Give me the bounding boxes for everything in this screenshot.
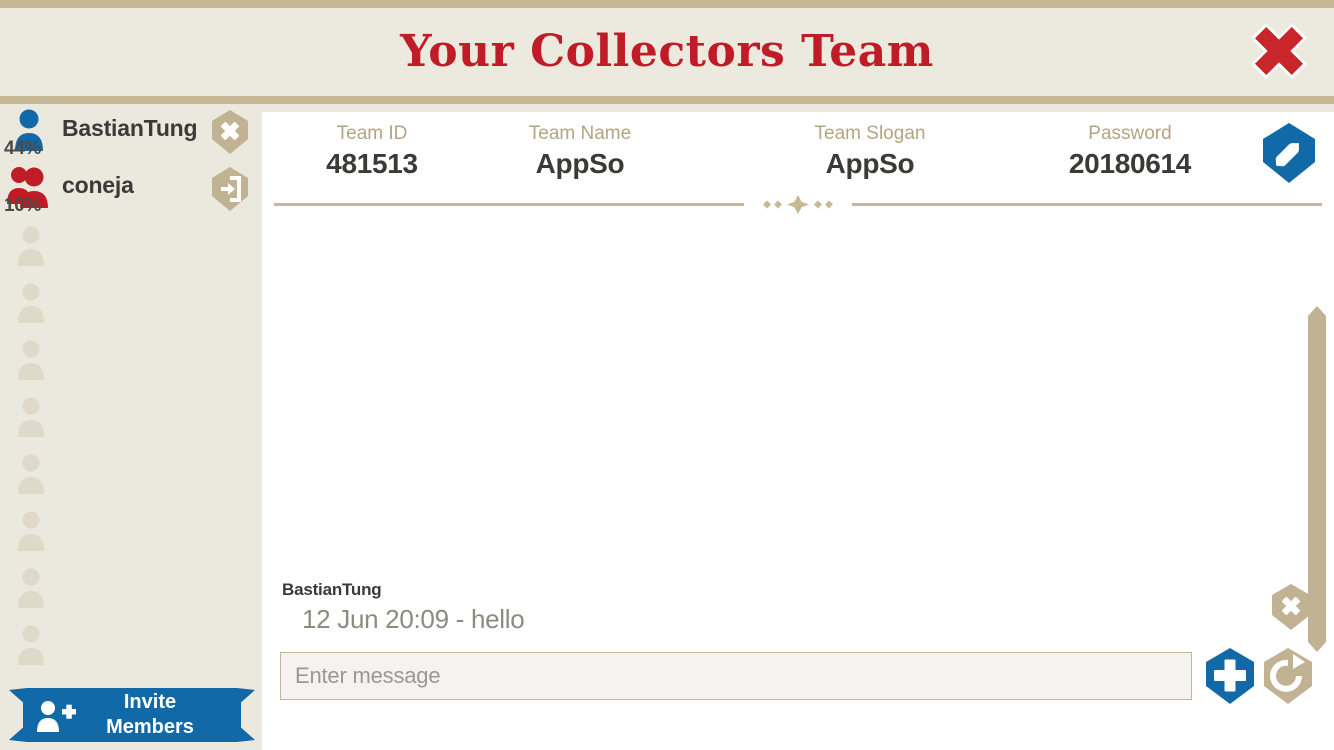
empty-member-slot xyxy=(0,503,262,560)
message-input[interactable] xyxy=(280,652,1192,700)
header-bar: Your Collectors Team xyxy=(0,0,1334,104)
empty-person-placeholder-icon xyxy=(12,338,50,380)
invite-members-button[interactable]: Invite Members xyxy=(9,688,255,742)
team-slogan-value: AppSo xyxy=(825,148,915,179)
team-id-cell: Team ID 481513 xyxy=(282,122,462,182)
chat-message-area: BastianTung 12 Jun 20:09 - hello xyxy=(262,214,1334,652)
member-percent: 44% xyxy=(4,138,42,159)
message-text: 12 Jun 20:09 - hello xyxy=(302,604,525,634)
ornament-divider xyxy=(262,194,1334,214)
member-name: BastianTung xyxy=(62,115,198,141)
team-name-cell: Team Name AppSo xyxy=(480,122,680,182)
leave-team-door-icon[interactable] xyxy=(210,167,250,211)
empty-member-slot xyxy=(0,218,262,275)
member-percent: 10% xyxy=(4,195,42,216)
empty-person-placeholder-icon xyxy=(12,281,50,323)
header-bottom-stripe xyxy=(0,96,1334,104)
member-name: coneja xyxy=(62,172,134,198)
vertical-scrollbar[interactable] xyxy=(1306,306,1328,652)
empty-member-slot xyxy=(0,560,262,617)
header-top-stripe xyxy=(0,0,1334,8)
empty-person-placeholder-icon xyxy=(12,623,50,665)
page-title: Your Collectors Team xyxy=(400,26,934,77)
empty-person-placeholder-icon xyxy=(12,224,50,266)
empty-member-slot xyxy=(0,332,262,389)
empty-member-slot xyxy=(0,275,262,332)
empty-person-placeholder-icon xyxy=(12,395,50,437)
plus-send-icon[interactable] xyxy=(1204,648,1256,704)
team-id-label: Team ID xyxy=(336,123,408,144)
empty-person-placeholder-icon xyxy=(12,509,50,551)
chat-message: BastianTung 12 Jun 20:09 - hello xyxy=(282,578,1182,636)
empty-member-slot xyxy=(0,446,262,503)
password-cell: Password 20180614 xyxy=(1030,122,1230,182)
main-panel: Team ID 481513 Team Name AppSo Team Slog… xyxy=(262,112,1334,750)
message-author: BastianTung xyxy=(282,580,382,599)
empty-person-placeholder-icon xyxy=(12,566,50,608)
team-name-label: Team Name xyxy=(528,123,632,144)
team-screen: Your Collectors Team 44% BastianTung 10%… xyxy=(0,0,1334,750)
team-slogan-cell: Team Slogan AppSo xyxy=(770,122,970,182)
member-row[interactable]: 10% coneja xyxy=(0,161,262,218)
password-value: 20180614 xyxy=(1068,148,1192,179)
member-row[interactable]: 44% BastianTung xyxy=(0,104,262,161)
empty-person-placeholder-icon xyxy=(12,452,50,494)
members-sidebar: 44% BastianTung 10% coneja Invite Member… xyxy=(0,104,262,750)
team-info-row: Team ID 481513 Team Name AppSo Team Slog… xyxy=(262,112,1334,194)
pencil-edit-icon[interactable] xyxy=(1260,122,1318,184)
team-name-value: AppSo xyxy=(535,148,625,179)
remove-member-x-icon[interactable] xyxy=(210,110,250,154)
four-point-star-ornament xyxy=(274,195,1322,214)
empty-member-slot xyxy=(0,617,262,674)
empty-member-slot xyxy=(0,389,262,446)
team-id-value: 481513 xyxy=(326,148,418,179)
message-composer xyxy=(262,644,1334,750)
password-label: Password xyxy=(1088,123,1172,144)
refresh-reload-icon[interactable] xyxy=(1262,648,1314,704)
team-slogan-label: Team Slogan xyxy=(814,123,926,144)
close-icon[interactable] xyxy=(1246,20,1312,82)
